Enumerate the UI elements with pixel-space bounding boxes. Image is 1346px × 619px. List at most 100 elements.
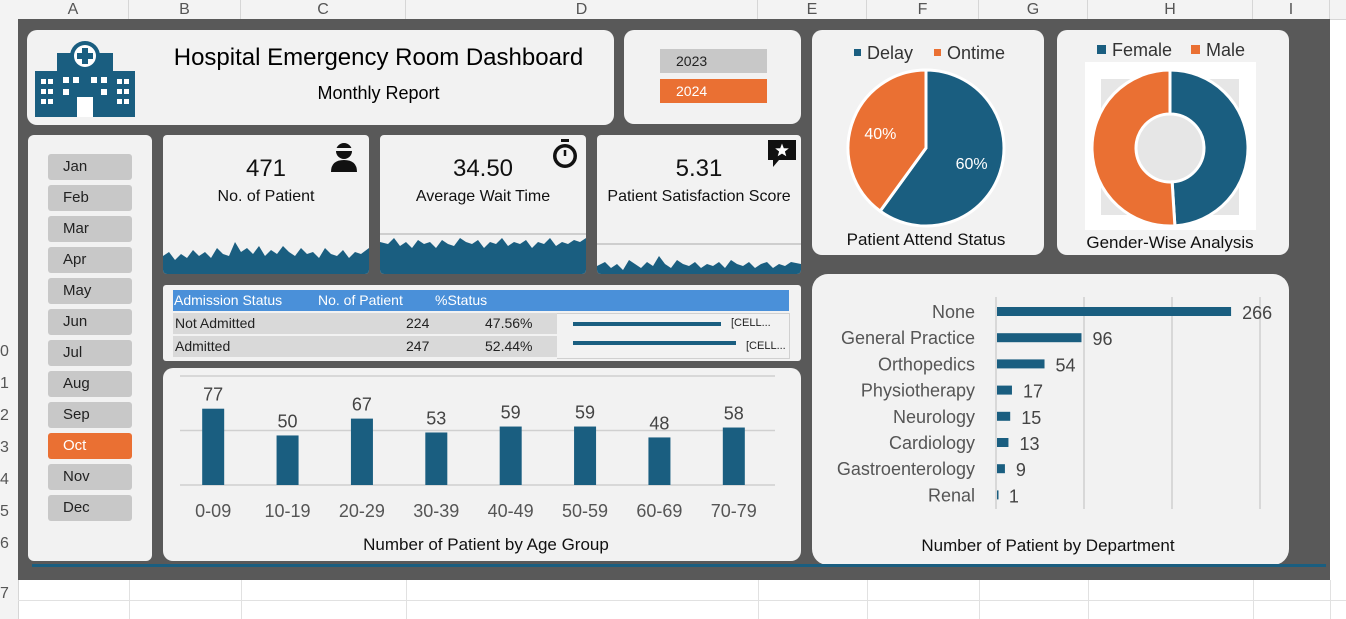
bar[interactable] [997,333,1082,343]
attend-status-card: Delay Ontime 60% 40% Patient Attend Status [812,30,1044,255]
kpi-value: 5.31 [675,155,723,182]
bar[interactable] [997,464,1005,474]
month-slicer: Jan Feb Mar Apr May Jun Jul Aug Sep Oct … [28,135,152,561]
kpi-label: Patient Satisfaction Score [607,188,791,205]
column-header-a[interactable]: A [18,0,129,19]
age-group-bar-chart: 77 0-09 50 10-19 67 20-29 53 30-39 59 40-49 59 50-5… [180,375,775,554]
column-header-i[interactable]: I [1253,0,1330,19]
legend-label: Female [1112,40,1172,60]
gender-analysis-card: Female Male Gender-Wise Analysis [1057,30,1289,255]
department-card: None 266 General Practice 96 Orthopedics 54 Ph… [812,274,1289,565]
y-tick-label: Physiotherapy [861,381,975,401]
row-header[interactable]: 5 [0,503,18,521]
bar[interactable] [997,490,999,500]
table-cell-pct: 47.56% [485,315,533,331]
bar[interactable] [997,359,1045,369]
age-group-card: 77 0-09 50 10-19 67 20-29 53 30-39 59 40-49 59 50-5… [163,368,801,561]
table-cell-status: Admitted [175,338,231,354]
column-header-f[interactable]: F [867,0,979,19]
row-header[interactable]: 0 [0,343,18,361]
dashboard-subtitle: Monthly Report [317,83,440,103]
kpi-sparkline [163,242,369,274]
kpi-label: No. of Patient [217,188,315,205]
month-jul-button[interactable]: Jul [48,340,132,366]
column-header-h[interactable]: H [1088,0,1253,19]
legend-label: Ontime [947,43,1005,63]
bar-data-label: 59 [575,403,595,423]
y-tick-label: Renal [928,485,975,505]
kpi-value: 471 [245,155,287,182]
bar[interactable] [722,427,745,485]
year-2023-button[interactable]: 2023 [660,49,767,73]
year-2024-button[interactable]: 2024 [660,79,767,103]
month-mar-button[interactable]: Mar [48,216,132,242]
column-header-c[interactable]: C [241,0,406,19]
kpi-card-patients: 471 No. of Patient [163,135,369,274]
x-tick-label: 30-39 [413,501,459,521]
column-header-e[interactable]: E [758,0,867,19]
bar[interactable] [276,435,299,485]
table-header-status: Admission Status [174,292,283,308]
cell-grid[interactable] [18,580,1346,619]
month-may-button[interactable]: May [48,278,132,304]
legend-swatch [934,49,941,56]
table-header-pct: %Status [435,292,488,308]
bar[interactable] [202,408,225,485]
bar[interactable] [997,411,1011,421]
month-oct-button[interactable]: Oct [48,433,132,459]
bar-data-label: 9 [1016,460,1026,480]
month-aug-button[interactable]: Aug [48,371,132,397]
bar-data-label: 53 [426,408,446,428]
divider-line [32,564,1326,567]
kpi-sparkline [380,233,586,274]
bar[interactable] [350,418,373,485]
row-header[interactable]: 6 [0,535,18,553]
table-cell-count: 224 [406,315,430,331]
x-tick-label: 50-59 [562,501,608,521]
month-sep-button[interactable]: Sep [48,402,132,428]
bar-data-label: 50 [278,411,298,431]
bar-data-label: 13 [1019,434,1039,454]
column-header-b[interactable]: B [129,0,241,19]
bar[interactable] [648,437,671,485]
bar-data-label: 77 [203,385,223,405]
bar[interactable] [997,307,1232,316]
attend-status-pie-chart: Delay Ontime 60% 40% Patient Attend Status [846,43,1006,249]
y-tick-label: Cardiology [889,433,975,453]
bar-data-label: 15 [1021,408,1041,428]
bar[interactable] [425,432,448,485]
column-header-g[interactable]: G [979,0,1088,19]
bar-data-label: 17 [1023,382,1043,402]
pie-data-label: 60% [956,156,988,173]
y-tick-label: General Practice [841,328,975,348]
row-header[interactable]: 2 [0,407,18,425]
bar-data-label: 58 [724,404,744,424]
bar[interactable] [997,438,1009,447]
column-header-d[interactable]: D [406,0,758,19]
bar[interactable] [574,426,597,485]
admission-status-table: Admission Status No. of Patient %Status … [163,285,801,361]
legend-label: Male [1206,40,1245,60]
x-tick-label: 10-19 [265,501,311,521]
table-header-count: No. of Patient [318,292,403,308]
month-jan-button[interactable]: Jan [48,154,132,180]
row-header[interactable]: 4 [0,471,18,489]
row-header[interactable]: 3 [0,439,18,457]
legend-label: Delay [867,43,913,63]
x-tick-label: 40-49 [488,501,534,521]
table-cell-status: Not Admitted [175,315,256,331]
month-dec-button[interactable]: Dec [48,495,132,521]
month-nov-button[interactable]: Nov [48,464,132,490]
bar[interactable] [499,426,522,485]
bar-data-label: 54 [1056,355,1076,375]
row-header[interactable]: 1 [0,375,18,393]
month-apr-button[interactable]: Apr [48,247,132,273]
row-header-bar: 0 1 2 3 4 5 6 7 [0,19,19,619]
chart-title: Number of Patient by Age Group [363,535,609,554]
month-feb-button[interactable]: Feb [48,185,132,211]
month-jun-button[interactable]: Jun [48,309,132,335]
bar[interactable] [997,385,1012,395]
row-header[interactable]: 7 [0,585,18,603]
gender-donut-chart: Female Male Gender-Wise Analysis [1085,40,1256,252]
legend-swatch [1097,45,1106,54]
